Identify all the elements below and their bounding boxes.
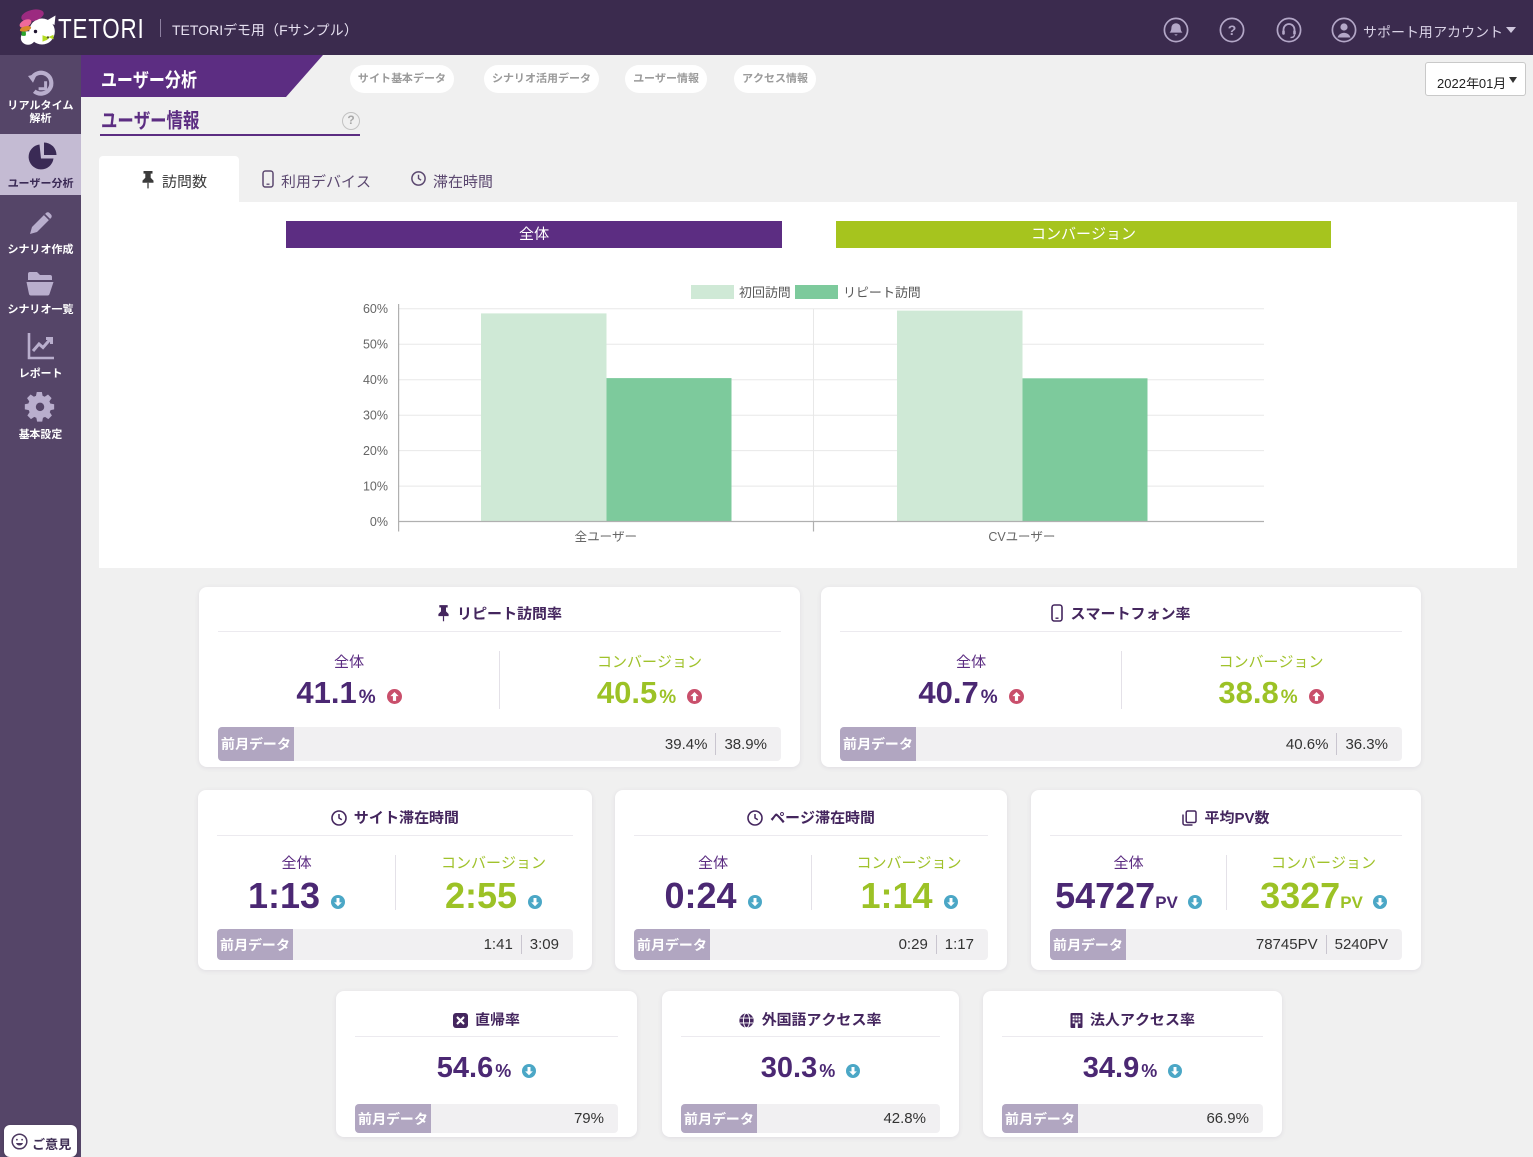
svg-text:20%: 20% (363, 444, 388, 458)
svg-text:10%: 10% (363, 479, 388, 493)
svg-text:CVユーザー: CVユーザー (988, 530, 1055, 544)
svg-text:0%: 0% (370, 515, 388, 529)
svg-text:40%: 40% (363, 373, 388, 387)
svg-text:50%: 50% (363, 338, 388, 352)
svg-text:30%: 30% (363, 409, 388, 423)
svg-text:全ユーザー: 全ユーザー (575, 530, 638, 544)
svg-text:60%: 60% (363, 302, 388, 316)
svg-text:?: ? (1228, 22, 1237, 38)
